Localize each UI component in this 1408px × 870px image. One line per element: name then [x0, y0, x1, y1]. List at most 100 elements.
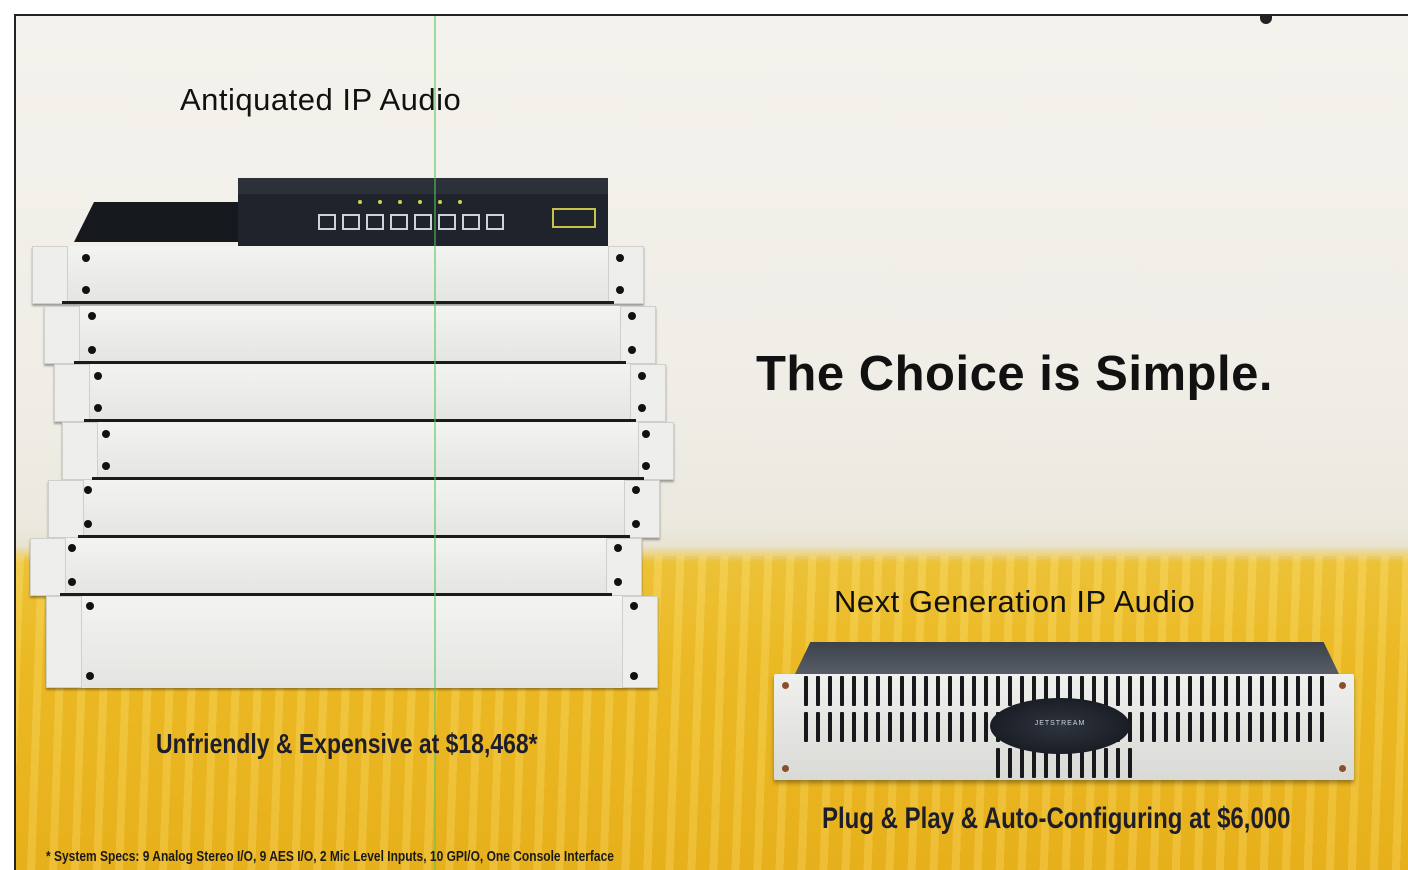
rack-panel — [46, 596, 658, 688]
unit-screw — [1339, 765, 1346, 772]
rack-panel — [62, 422, 674, 480]
rack-screw — [616, 254, 624, 262]
rack-ear — [46, 596, 82, 688]
rack-ear — [44, 306, 80, 364]
jetstream-unit-top — [794, 642, 1340, 676]
vent-slot — [996, 676, 1000, 706]
headline-choice: The Choice is Simple. — [756, 347, 1273, 401]
rack-screw — [616, 286, 624, 294]
jetstream-logo-badge: JETSTREAM — [990, 698, 1130, 754]
vent-slot — [1308, 712, 1312, 742]
ethernet-port — [438, 214, 456, 230]
vent-slot — [1200, 712, 1204, 742]
vent-slot — [828, 676, 832, 706]
rack-screw — [86, 672, 94, 680]
vent-slot — [816, 676, 820, 706]
rack-ear — [30, 538, 66, 596]
vent-slot — [1152, 712, 1156, 742]
vent-slot — [1212, 712, 1216, 742]
vent-slot — [804, 676, 808, 706]
ethernet-port — [390, 214, 408, 230]
rack-screw — [88, 346, 96, 354]
vent-slot — [1248, 676, 1252, 706]
rack-ear — [620, 306, 656, 364]
advertisement: Antiquated IP Audio The Choice is Simple… — [14, 14, 1408, 870]
headline-antiquated: Antiquated IP Audio — [180, 82, 462, 117]
vent-slot — [948, 712, 952, 742]
vent-slot — [840, 676, 844, 706]
vent-slot — [960, 712, 964, 742]
vent-slot — [1308, 676, 1312, 706]
rack-ear — [630, 364, 666, 422]
unit-screw — [1339, 682, 1346, 689]
rack-screw — [84, 520, 92, 528]
vent-slot — [1320, 712, 1324, 742]
vent-slot — [924, 712, 928, 742]
jetstream-unit: JETSTREAM — [774, 674, 1354, 780]
vent-slot — [996, 748, 1000, 778]
vent-slot — [960, 676, 964, 706]
vent-slot — [1200, 676, 1204, 706]
vent-slot — [1164, 676, 1168, 706]
vent-slot — [1272, 676, 1276, 706]
vent-slot — [1140, 676, 1144, 706]
vent-slot — [924, 676, 928, 706]
rack-ear — [62, 422, 98, 480]
vent-slot — [1236, 712, 1240, 742]
vent-slot — [804, 712, 808, 742]
rack-screw — [632, 486, 640, 494]
rack-screw — [102, 462, 110, 470]
vent-slot — [936, 676, 940, 706]
rack-panel — [48, 480, 660, 538]
rack-screw — [82, 286, 90, 294]
vent-slot — [888, 676, 892, 706]
vent-slot — [1032, 748, 1036, 778]
price-next-generation: Plug & Play & Auto-Configuring at $6,000 — [822, 802, 1291, 835]
vent-slot — [1008, 748, 1012, 778]
rack-screw — [94, 372, 102, 380]
vent-slot — [828, 712, 832, 742]
unit-screw — [782, 682, 789, 689]
ethernet-port — [414, 214, 432, 230]
rack-screw — [614, 544, 622, 552]
rack-ear — [54, 364, 90, 422]
vent-slot — [1284, 676, 1288, 706]
rack-screw — [642, 430, 650, 438]
vent-slot — [1272, 712, 1276, 742]
price-legacy: Unfriendly & Expensive at $18,468* — [156, 728, 538, 759]
switch-led — [438, 200, 442, 204]
rack-ear — [48, 480, 84, 538]
ethernet-port — [486, 214, 504, 230]
vent-slot — [1092, 748, 1096, 778]
vent-slot — [1212, 676, 1216, 706]
vent-slot — [912, 712, 916, 742]
switch-led — [378, 200, 382, 204]
unit-screw — [782, 765, 789, 772]
rack-screw — [102, 430, 110, 438]
rack-screw — [82, 254, 90, 262]
rack-panel — [30, 538, 642, 596]
vent-slot — [1176, 712, 1180, 742]
rack-screw — [630, 602, 638, 610]
vent-slot — [900, 712, 904, 742]
headline-next-generation: Next Generation IP Audio — [834, 584, 1196, 619]
rack-screw — [638, 372, 646, 380]
vent-slot — [888, 712, 892, 742]
vent-slot — [1236, 676, 1240, 706]
jetstream-logo-text: JETSTREAM — [1034, 720, 1086, 727]
vent-slot — [1260, 712, 1264, 742]
crop-mark — [1260, 16, 1272, 24]
switch-led — [398, 200, 402, 204]
rack-screw — [614, 578, 622, 586]
vent-slot — [984, 712, 988, 742]
switch-led — [358, 200, 362, 204]
vent-slot — [984, 676, 988, 706]
rack-screw — [628, 346, 636, 354]
vent-slot — [1116, 676, 1120, 706]
vent-slot — [1152, 676, 1156, 706]
rack-screw — [94, 404, 102, 412]
vent-slot — [876, 676, 880, 706]
switch-top — [238, 178, 608, 194]
vent-slot — [972, 712, 976, 742]
ethernet-port — [366, 214, 384, 230]
